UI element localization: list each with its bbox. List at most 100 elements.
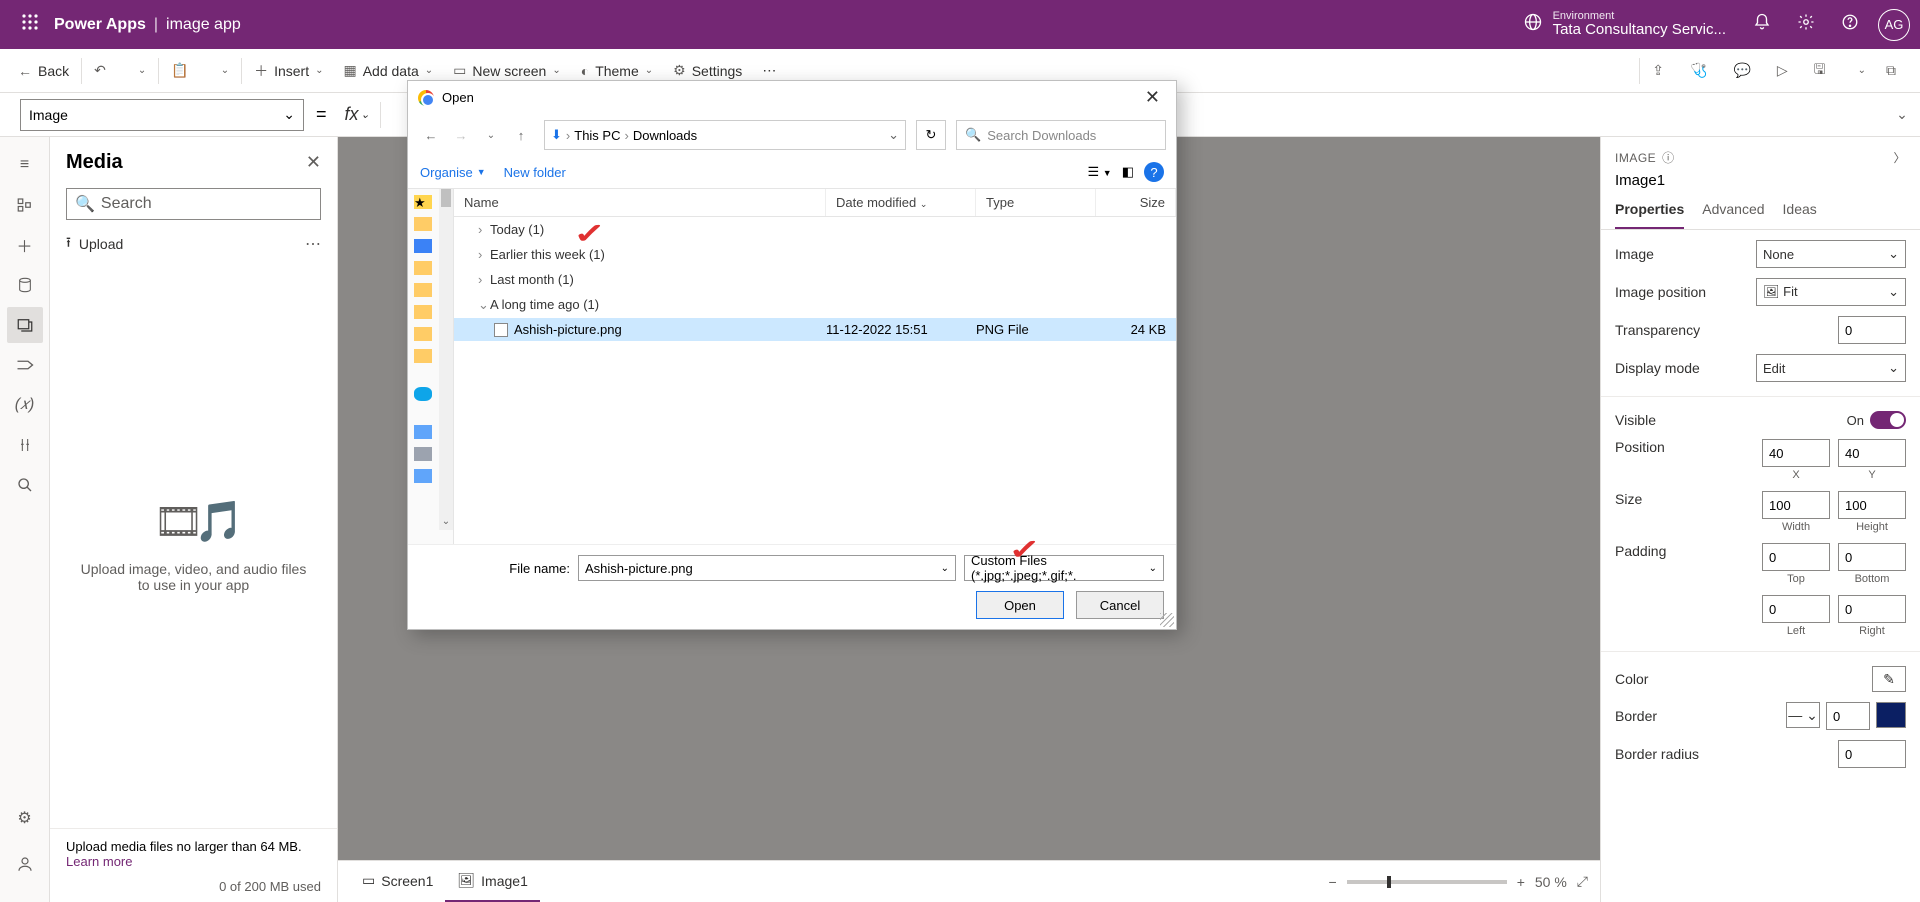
pad-top-input[interactable] — [1762, 543, 1830, 571]
zoom-out-button[interactable]: − — [1329, 874, 1337, 890]
nav-back-button[interactable]: ← — [418, 122, 444, 148]
crumb-thispc[interactable]: This PC — [574, 128, 620, 143]
nav-forward-button[interactable]: → — [448, 122, 474, 148]
undo-chevron[interactable]: ⌄ — [122, 49, 156, 92]
search-icon[interactable] — [7, 467, 43, 503]
pad-right-input[interactable] — [1838, 595, 1906, 623]
tree-pc-icon[interactable] — [414, 425, 432, 439]
new-folder-button[interactable]: New folder — [504, 165, 566, 180]
pad-bottom-input[interactable] — [1838, 543, 1906, 571]
formula-expand[interactable]: ⌄ — [1884, 106, 1920, 123]
file-row-selected[interactable]: Ashish-picture.png 11-12-2022 15:51 PNG … — [454, 318, 1176, 341]
save-button[interactable]: 🖫 — [1804, 49, 1842, 92]
border-radius-input[interactable] — [1838, 740, 1906, 768]
tree-onedrive-icon[interactable] — [414, 387, 432, 401]
control-name[interactable]: Image1 — [1615, 172, 1906, 189]
flows-icon[interactable] — [7, 347, 43, 383]
tree-folder-icon[interactable] — [414, 217, 432, 231]
environment-block[interactable]: Environment Tata Consultancy Servic... — [1553, 10, 1726, 39]
cancel-button[interactable]: Cancel — [1076, 591, 1164, 619]
upload-button[interactable]: ⭱Upload — [66, 232, 123, 256]
tab-screen1[interactable]: ▭Screen1 — [350, 861, 445, 902]
crumb-downloads[interactable]: Downloads — [633, 128, 697, 143]
hamburger-icon[interactable]: ≡ — [7, 147, 43, 183]
zoom-in-button[interactable]: + — [1517, 874, 1525, 890]
checker-button[interactable]: 🩺 — [1680, 49, 1723, 92]
zoom-slider[interactable] — [1347, 880, 1507, 884]
preview-button[interactable]: ▷ — [1767, 49, 1804, 92]
tree-folder-icon[interactable] — [414, 261, 432, 275]
fit-icon[interactable]: ⤢ — [1577, 873, 1588, 890]
tree-folder-icon[interactable] — [414, 327, 432, 341]
insert-icon[interactable]: ＋ — [7, 227, 43, 263]
prop-image-select[interactable]: None⌄ — [1756, 240, 1906, 268]
tab-image1[interactable]: 🖼Image1 — [445, 861, 539, 902]
group-earlier[interactable]: ›Earlier this week (1) — [454, 242, 1176, 267]
border-width-input[interactable] — [1826, 702, 1870, 730]
insert-button[interactable]: ＋Insert⌄ — [244, 49, 333, 92]
filetype-select[interactable]: Custom Files (*.jpg;*.jpeg;*.gif;*.⌄ — [964, 555, 1164, 581]
width-input[interactable] — [1762, 491, 1830, 519]
publish-button[interactable]: ⧉ — [1876, 49, 1912, 92]
tree-view-icon[interactable] — [7, 187, 43, 223]
media-icon[interactable] — [7, 307, 43, 343]
organise-button[interactable]: Organise▼ — [420, 165, 486, 180]
tree-quick-icon[interactable]: ★ — [414, 195, 432, 209]
tree-scrollbar[interactable]: ⌄ — [439, 189, 453, 530]
product-name[interactable]: Power Apps — [54, 16, 146, 34]
fx-label[interactable]: fx⌄ — [339, 104, 376, 125]
paste-button[interactable]: 📋 — [161, 49, 204, 92]
tree-downloads-icon[interactable] — [414, 239, 432, 253]
user-avatar[interactable]: AG — [1878, 9, 1910, 41]
group-lastmonth[interactable]: ›Last month (1) — [454, 267, 1176, 292]
group-longago[interactable]: ⌄A long time ago (1) — [454, 292, 1176, 318]
dialog-close-button[interactable]: ✕ — [1139, 87, 1166, 108]
prop-displaymode-select[interactable]: Edit⌄ — [1756, 354, 1906, 382]
pad-left-input[interactable] — [1762, 595, 1830, 623]
col-type[interactable]: Type — [976, 189, 1096, 216]
border-style-select[interactable]: — ⌄ — [1786, 702, 1820, 728]
paste-chevron[interactable]: ⌄ — [205, 49, 239, 92]
prop-visible-toggle[interactable] — [1870, 411, 1906, 429]
variables-icon[interactable]: (𝑥) — [7, 387, 43, 423]
tree-drive-icon[interactable] — [414, 447, 432, 461]
info-icon[interactable]: ⓘ — [1662, 149, 1675, 166]
color-picker[interactable]: ✎ — [1872, 666, 1906, 692]
tab-ideas[interactable]: Ideas — [1783, 201, 1817, 229]
property-selector[interactable]: Image ⌄ — [20, 99, 304, 131]
tree-folder-icon[interactable] — [414, 349, 432, 363]
resize-grip[interactable] — [1160, 613, 1174, 627]
col-size[interactable]: Size — [1096, 189, 1176, 216]
prop-transparency-input[interactable] — [1838, 316, 1906, 344]
view-list-icon[interactable]: ☰ ▼ — [1088, 164, 1112, 180]
comments-button[interactable]: 💬 — [1723, 49, 1766, 92]
settings-icon[interactable] — [1784, 13, 1828, 36]
back-button[interactable]: ←Back — [8, 49, 79, 92]
tools-icon[interactable] — [7, 427, 43, 463]
preview-pane-icon[interactable]: ◧ — [1122, 164, 1134, 180]
height-input[interactable] — [1838, 491, 1906, 519]
tree-folder-icon[interactable] — [414, 305, 432, 319]
undo-button[interactable]: ↶ — [84, 49, 122, 92]
prop-imgpos-select[interactable]: 🖼 Fit⌄ — [1756, 278, 1906, 306]
tree-drive-icon[interactable] — [414, 469, 432, 483]
more-icon[interactable]: ⋯ — [305, 234, 321, 254]
pos-x-input[interactable] — [1762, 439, 1830, 467]
address-bar[interactable]: ⬇ › This PC › Downloads ⌄ — [544, 120, 906, 150]
virtual-agent-icon[interactable] — [7, 846, 43, 882]
border-color-swatch[interactable] — [1876, 702, 1906, 728]
nav-up-button[interactable]: ↑ — [508, 122, 534, 148]
tab-advanced[interactable]: Advanced — [1702, 201, 1764, 229]
waffle-icon[interactable] — [10, 13, 50, 36]
tab-properties[interactable]: Properties — [1615, 201, 1684, 229]
expand-icon[interactable]: 〉 — [1893, 149, 1906, 166]
save-chevron[interactable]: ⌄ — [1842, 49, 1876, 92]
col-name[interactable]: Name — [454, 189, 826, 216]
refresh-button[interactable]: ↻ — [916, 120, 946, 150]
app-settings-icon[interactable]: ⚙ — [7, 800, 43, 836]
nav-recent-chevron[interactable]: ⌄ — [478, 122, 504, 148]
tree-folder-icon[interactable] — [414, 283, 432, 297]
group-today[interactable]: ›Today (1) — [454, 217, 1176, 242]
learn-more-link[interactable]: Learn more — [66, 854, 132, 869]
dialog-help-icon[interactable]: ? — [1144, 162, 1164, 182]
